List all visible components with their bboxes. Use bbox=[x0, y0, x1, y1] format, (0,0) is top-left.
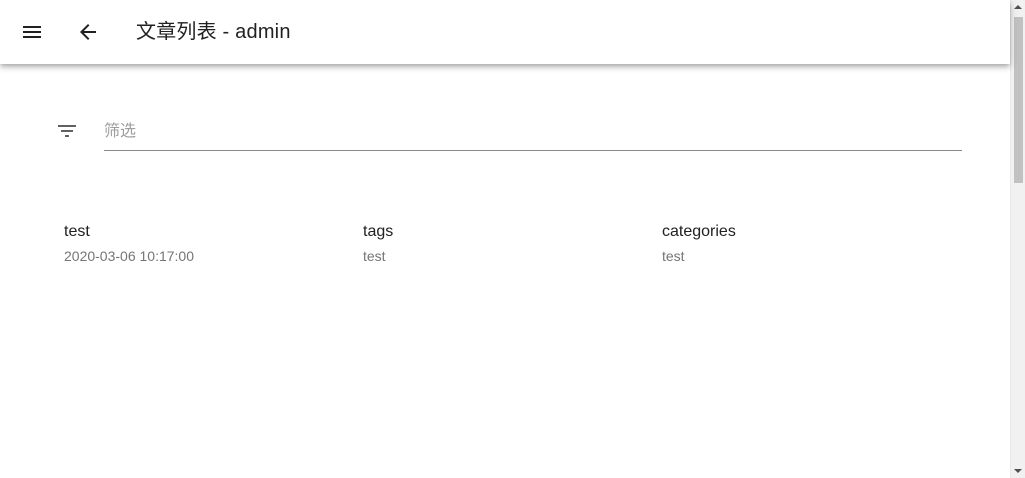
article-row[interactable]: test 2020-03-06 10:17:00 tags test categ… bbox=[64, 222, 964, 265]
article-categories-cell: categories test bbox=[662, 222, 961, 265]
categories-value: test bbox=[662, 248, 685, 264]
scrollbar-thumb[interactable] bbox=[1014, 17, 1023, 183]
scroll-up-arrow-icon[interactable] bbox=[1014, 5, 1022, 9]
article-date: 2020-03-06 10:17:00 bbox=[64, 248, 194, 264]
page-title: 文章列表 - admin bbox=[136, 21, 291, 43]
article-tags-cell: tags test bbox=[363, 222, 662, 265]
arrow-back-icon bbox=[80, 24, 96, 40]
vertical-scrollbar[interactable] bbox=[1010, 0, 1025, 478]
menu-button[interactable] bbox=[12, 12, 52, 52]
tags-value: test bbox=[363, 248, 386, 264]
app-window: 文章列表 - admin test 2020-03-06 10:17:00 ta… bbox=[0, 0, 1025, 478]
main-content: test 2020-03-06 10:17:00 tags test categ… bbox=[0, 64, 1010, 478]
back-button[interactable] bbox=[68, 12, 108, 52]
scroll-down-arrow-icon[interactable] bbox=[1014, 469, 1022, 473]
tags-label: tags bbox=[363, 223, 394, 240]
filter-list-icon bbox=[58, 125, 76, 137]
filter-input[interactable] bbox=[104, 116, 962, 148]
article-title: test bbox=[64, 223, 90, 240]
filter-field bbox=[104, 116, 962, 151]
categories-label: categories bbox=[662, 223, 736, 240]
top-app-bar: 文章列表 - admin bbox=[0, 0, 1010, 64]
article-title-cell: test 2020-03-06 10:17:00 bbox=[64, 222, 363, 265]
menu-icon bbox=[23, 26, 41, 38]
